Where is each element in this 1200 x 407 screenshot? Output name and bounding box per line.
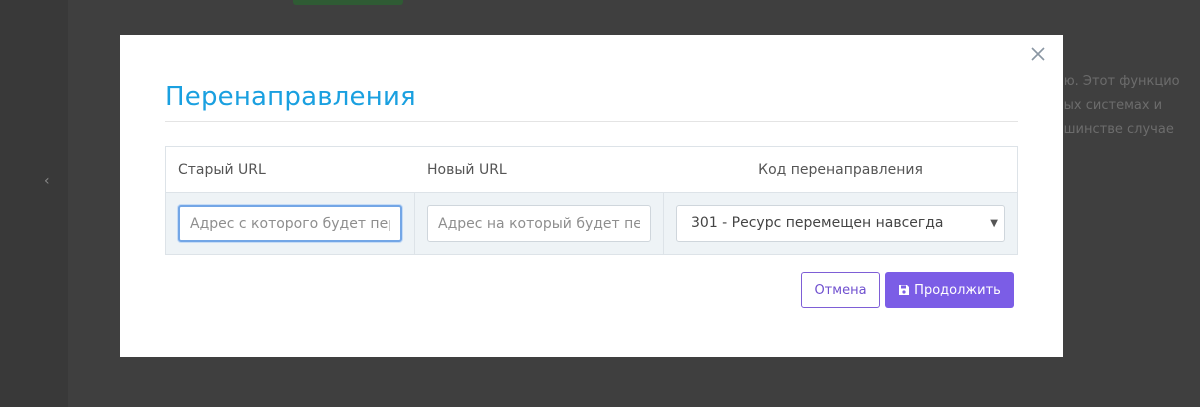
background-sidebar	[0, 0, 68, 407]
table-header-row: Старый URL Новый URL Код перенаправления	[166, 147, 1017, 193]
redirects-table: Старый URL Новый URL Код перенаправления…	[165, 146, 1018, 255]
background-text-line: ьшинстве случае	[1064, 122, 1174, 137]
caret-down-icon: ▼	[990, 218, 998, 229]
redirects-modal: Перенаправления Старый URL Новый URL Код…	[120, 35, 1063, 357]
cell-old-url	[166, 193, 415, 254]
background-button	[293, 0, 403, 5]
table-row: 301 - Ресурс перемещен навсегда ▼	[166, 193, 1017, 254]
header-redirect-code: Код перенаправления	[758, 162, 923, 178]
old-url-input[interactable]	[178, 205, 402, 242]
background-text-line: вых системах и	[1064, 98, 1163, 113]
background-text-line: ую. Этот функцио	[1064, 74, 1180, 89]
continue-button-label: Продолжить	[914, 282, 1001, 298]
background-text: ую. Этот функцио вых системах и ьшинстве…	[1064, 70, 1200, 142]
redirect-code-value: 301 - Ресурс перемещен навсегда	[691, 215, 944, 231]
header-old-url: Старый URL	[178, 162, 266, 178]
close-icon[interactable]	[1031, 47, 1049, 65]
cancel-button[interactable]: Отмена	[801, 272, 880, 308]
modal-title: Перенаправления	[165, 82, 416, 112]
new-url-input[interactable]	[427, 205, 651, 242]
cell-redirect-code: 301 - Ресурс перемещен навсегда ▼	[664, 193, 1017, 254]
header-new-url: Новый URL	[427, 162, 507, 178]
chevron-left-icon: ‹	[44, 173, 50, 189]
continue-button[interactable]: Продолжить	[885, 272, 1014, 308]
redirect-code-select[interactable]: 301 - Ресурс перемещен навсегда ▼	[676, 205, 1005, 242]
title-divider	[165, 121, 1018, 122]
save-icon	[898, 284, 910, 296]
cell-new-url	[415, 193, 664, 254]
